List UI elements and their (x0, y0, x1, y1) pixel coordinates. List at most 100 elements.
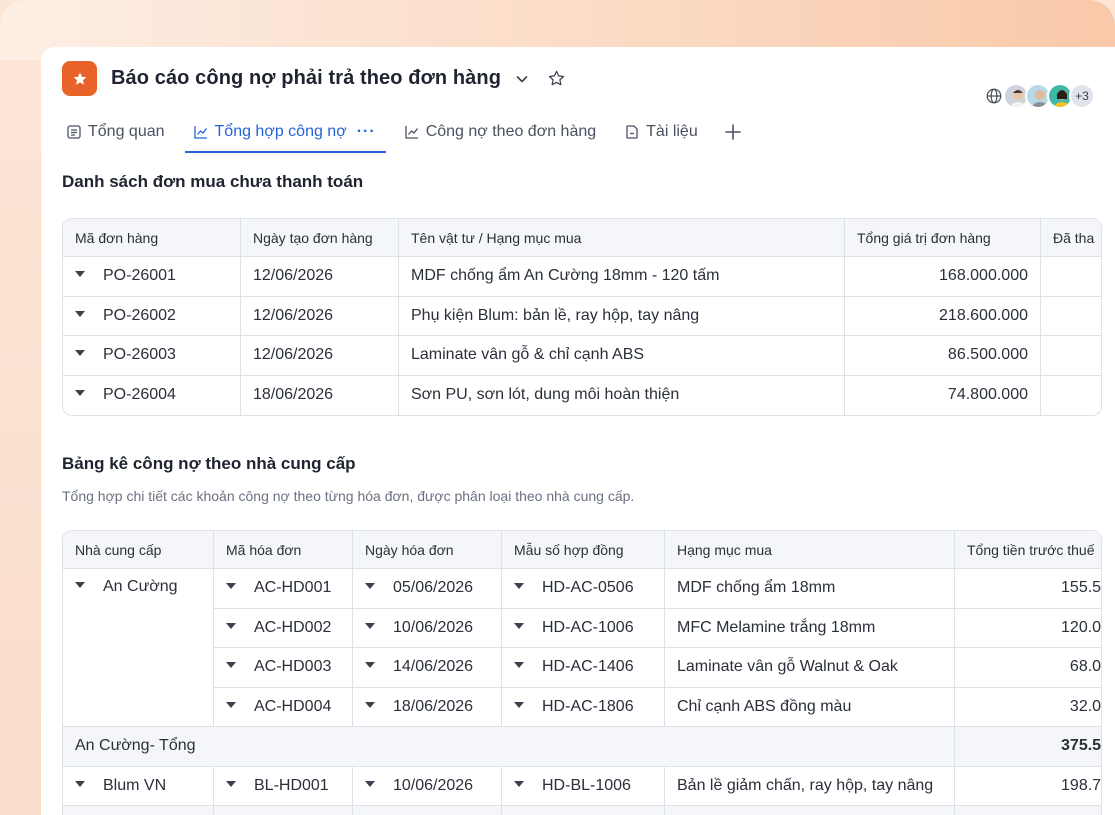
caret-down-icon[interactable] (514, 622, 524, 629)
order-date: 18/06/2026 (241, 375, 399, 415)
table-row[interactable]: An Cường AC-HD001 05/06/2026 HD-AC-0506 … (63, 569, 1101, 727)
subtotal-label: An Cường- Tổng (63, 727, 955, 767)
invoice-code: AC-HD004 (254, 697, 332, 715)
order-paid (1041, 336, 1101, 376)
column-header[interactable]: Ngày tạo đơn hàng (241, 219, 399, 257)
table-row[interactable]: PO-26004 18/06/2026 Sơn PU, sơn lót, dun… (63, 375, 1101, 416)
more-members-badge[interactable]: +3 (1069, 83, 1095, 109)
caret-down-icon[interactable] (365, 622, 375, 629)
caret-down-icon[interactable] (514, 583, 524, 590)
report-window: Báo cáo công nợ phải trả theo đơn hàng +… (41, 47, 1115, 815)
order-date: 12/06/2026 (241, 296, 399, 336)
caret-down-icon[interactable] (226, 780, 236, 787)
caret-down-icon[interactable] (226, 622, 236, 629)
caret-down-icon[interactable] (75, 390, 85, 397)
favorite-star-icon[interactable] (547, 69, 566, 88)
table-row[interactable]: PO-26002 12/06/2026 Phụ kiện Blum: bản l… (63, 296, 1101, 336)
contract-code: HD-BL-1006 (542, 776, 631, 794)
tab-overview[interactable]: Tổng quan (62, 115, 169, 149)
order-total: 218.600.000 (845, 296, 1041, 336)
subtotal-amount: 375.555.556 (955, 727, 1101, 767)
column-header[interactable]: Hạng mục mua (665, 531, 955, 569)
caret-down-icon[interactable] (365, 701, 375, 708)
tab-more-menu[interactable]: ··· (357, 123, 376, 141)
table-row[interactable]: AC-HD004 18/06/2026 HD-AC-1806 Chỉ cạnh … (63, 687, 1101, 727)
order-paid (1041, 376, 1101, 416)
caret-down-icon[interactable] (514, 662, 524, 669)
column-header[interactable]: Nhà cung cấp (63, 531, 214, 569)
caret-down-icon[interactable] (75, 780, 85, 787)
order-code: PO-26001 (103, 267, 176, 285)
caret-down-icon[interactable] (365, 662, 375, 669)
globe-icon[interactable] (985, 87, 1003, 105)
order-item: Phụ kiện Blum: bản lề, ray hộp, tay nâng (399, 296, 845, 336)
table-row[interactable] (63, 806, 1101, 815)
caret-down-icon[interactable] (365, 583, 375, 590)
caret-down-icon[interactable] (226, 662, 236, 669)
purchase-item: MDF chống ẩm 18mm (665, 569, 955, 609)
order-item: Laminate vân gỗ & chỉ cạnh ABS (399, 336, 845, 376)
caret-down-icon[interactable] (365, 780, 375, 787)
column-header[interactable]: Mã hóa đơn (214, 531, 353, 569)
column-header[interactable]: Mẫu số hợp đồng (502, 531, 665, 569)
order-paid (1041, 297, 1101, 336)
invoice-date: 10/06/2026 (393, 618, 474, 636)
column-header[interactable]: Tổng giá trị đơn hàng (845, 219, 1041, 257)
supplier-name: Blum VN (103, 776, 167, 794)
tab-bar: Tổng quan Tổng hợp công nợ ··· Công nợ t… (62, 111, 742, 153)
chevron-down-icon[interactable] (515, 72, 529, 86)
column-header[interactable]: Tổng tiền trước thuế (955, 531, 1101, 569)
table-row[interactable]: AC-HD003 14/06/2026 HD-AC-1406 Laminate … (63, 648, 1101, 688)
add-tab-button[interactable] (724, 115, 742, 149)
caret-down-icon[interactable] (514, 780, 524, 787)
tab-label: Tổng quan (88, 123, 165, 140)
caret-down-icon[interactable] (75, 271, 85, 278)
supplier-debt-table: Nhà cung cấp Mã hóa đơn Ngày hóa đơn Mẫu… (62, 530, 1102, 815)
order-paid (1041, 257, 1101, 297)
tab-documents[interactable]: Tài liệu (620, 115, 702, 149)
pre-tax-amount: 32.000.000 (955, 688, 1101, 727)
purchase-item: MFC Melamine trắng 18mm (665, 608, 955, 648)
contract-code: HD-AC-1806 (542, 697, 634, 715)
section-title-supplier-debt: Bảng kê công nợ theo nhà cung cấp (62, 454, 356, 473)
column-header[interactable]: Tên vật tư / Hạng mục mua (399, 219, 845, 257)
table-row[interactable]: PO-26001 12/06/2026 MDF chống ẩm An Cườn… (63, 257, 1101, 297)
page-title: Báo cáo công nợ phải trả theo đơn hàng (111, 67, 502, 89)
order-item: MDF chống ẩm An Cường 18mm - 120 tấm (399, 257, 845, 297)
column-header[interactable]: Đã tha (1041, 219, 1101, 257)
invoice-date: 18/06/2026 (393, 697, 474, 715)
supplier-name: An Cường (103, 578, 178, 595)
order-total: 74.800.000 (845, 375, 1041, 415)
caret-down-icon[interactable] (226, 701, 236, 708)
tab-debt-summary[interactable]: Tổng hợp công nợ ··· (184, 115, 386, 153)
tab-label: Tài liệu (646, 123, 698, 140)
column-header[interactable]: Mã đơn hàng (63, 219, 241, 257)
chart-line-icon (405, 126, 418, 139)
subtotal-row[interactable]: An Cường- Tổng 375.555.556 (63, 727, 1101, 767)
star-app-icon[interactable] (62, 61, 97, 96)
table-row[interactable]: Blum VN BL-HD001 10/06/2026 HD-BL-1006 B… (63, 766, 1101, 806)
caret-down-icon[interactable] (75, 581, 85, 588)
caret-down-icon[interactable] (514, 701, 524, 708)
members-area: +3 (985, 83, 1095, 109)
pre-tax-amount: 68.000.000 (955, 648, 1101, 688)
plus-icon (724, 124, 741, 140)
pre-tax-amount: 155.555.556 (955, 569, 1101, 609)
tab-debt-by-order[interactable]: Công nợ theo đơn hàng (400, 115, 600, 149)
column-header[interactable]: Ngày hóa đơn (353, 531, 502, 569)
caret-down-icon[interactable] (75, 350, 85, 357)
contract-code: HD-AC-1006 (542, 618, 634, 636)
file-icon (626, 125, 638, 139)
order-date: 12/06/2026 (241, 257, 399, 297)
section-title-unpaid-orders: Danh sách đơn mua chưa thanh toán (62, 172, 364, 191)
invoice-code: BL-HD001 (254, 776, 329, 794)
invoice-date: 05/06/2026 (393, 579, 474, 597)
purchase-item: Bản lề giảm chấn, ray hộp, tay nâng (665, 766, 955, 806)
table-row[interactable]: PO-26003 12/06/2026 Laminate vân gỗ & ch… (63, 336, 1101, 376)
contract-code: HD-AC-1406 (542, 658, 634, 676)
caret-down-icon[interactable] (75, 310, 85, 317)
caret-down-icon[interactable] (226, 583, 236, 590)
invoice-date: 10/06/2026 (393, 776, 474, 794)
pre-tax-amount: 198.727.273 (955, 767, 1101, 806)
table-row[interactable]: AC-HD002 10/06/2026 HD-AC-1006 MFC Melam… (63, 608, 1101, 648)
